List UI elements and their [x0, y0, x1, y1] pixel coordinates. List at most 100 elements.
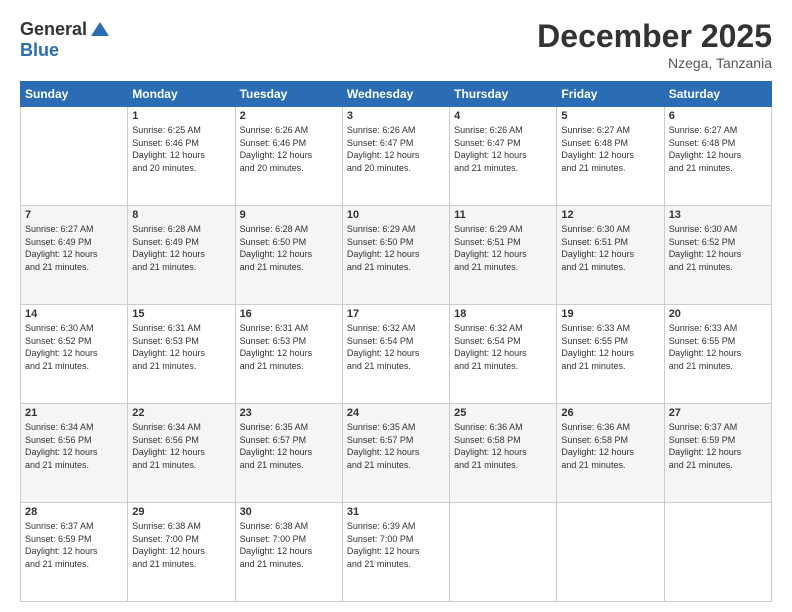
- day-number: 8: [132, 209, 230, 221]
- cell-info: and 21 minutes.: [132, 261, 230, 274]
- table-row: 6Sunrise: 6:27 AMSunset: 6:48 PMDaylight…: [664, 107, 771, 206]
- cell-info: and 21 minutes.: [240, 360, 338, 373]
- cell-info: Sunrise: 6:35 AM: [240, 421, 338, 434]
- cell-info: Daylight: 12 hours: [240, 545, 338, 558]
- cell-info: Sunset: 6:46 PM: [240, 137, 338, 150]
- day-number: 19: [561, 308, 659, 320]
- header: General Blue December 2025 Nzega, Tanzan…: [20, 18, 772, 71]
- cell-info: Sunset: 7:00 PM: [347, 533, 445, 546]
- table-row: 13Sunrise: 6:30 AMSunset: 6:52 PMDayligh…: [664, 206, 771, 305]
- cell-info: Daylight: 12 hours: [347, 347, 445, 360]
- day-number: 31: [347, 506, 445, 518]
- col-sunday: Sunday: [21, 82, 128, 107]
- cell-info: Sunset: 6:59 PM: [669, 434, 767, 447]
- logo-blue: Blue: [20, 40, 59, 60]
- day-number: 29: [132, 506, 230, 518]
- cell-info: Daylight: 12 hours: [240, 347, 338, 360]
- cell-info: Sunset: 6:59 PM: [25, 533, 123, 546]
- col-wednesday: Wednesday: [342, 82, 449, 107]
- cell-info: Daylight: 12 hours: [561, 248, 659, 261]
- cell-info: and 21 minutes.: [25, 261, 123, 274]
- cell-info: Sunset: 6:47 PM: [347, 137, 445, 150]
- table-row: 7Sunrise: 6:27 AMSunset: 6:49 PMDaylight…: [21, 206, 128, 305]
- day-number: 17: [347, 308, 445, 320]
- cell-info: and 20 minutes.: [240, 162, 338, 175]
- logo-icon: [89, 18, 111, 40]
- cell-info: Sunset: 6:48 PM: [561, 137, 659, 150]
- day-number: 3: [347, 110, 445, 122]
- cell-info: Daylight: 12 hours: [240, 446, 338, 459]
- day-number: 11: [454, 209, 552, 221]
- cell-info: and 21 minutes.: [561, 360, 659, 373]
- cell-info: Daylight: 12 hours: [454, 248, 552, 261]
- cell-info: Sunrise: 6:32 AM: [347, 322, 445, 335]
- cell-info: Daylight: 12 hours: [25, 545, 123, 558]
- cell-info: Sunrise: 6:31 AM: [132, 322, 230, 335]
- cell-info: Sunrise: 6:31 AM: [240, 322, 338, 335]
- cell-info: Sunset: 7:00 PM: [240, 533, 338, 546]
- cell-info: and 21 minutes.: [132, 558, 230, 571]
- table-row: [450, 503, 557, 602]
- cell-info: Sunset: 6:52 PM: [669, 236, 767, 249]
- cell-info: and 20 minutes.: [347, 162, 445, 175]
- table-row: 31Sunrise: 6:39 AMSunset: 7:00 PMDayligh…: [342, 503, 449, 602]
- cell-info: Daylight: 12 hours: [561, 347, 659, 360]
- day-number: 28: [25, 506, 123, 518]
- cell-info: Sunrise: 6:38 AM: [132, 520, 230, 533]
- calendar-week-1: 1Sunrise: 6:25 AMSunset: 6:46 PMDaylight…: [21, 107, 772, 206]
- calendar-week-4: 21Sunrise: 6:34 AMSunset: 6:56 PMDayligh…: [21, 404, 772, 503]
- table-row: 28Sunrise: 6:37 AMSunset: 6:59 PMDayligh…: [21, 503, 128, 602]
- cell-info: Sunset: 6:53 PM: [132, 335, 230, 348]
- cell-info: and 21 minutes.: [454, 360, 552, 373]
- cell-info: and 21 minutes.: [561, 459, 659, 472]
- table-row: 11Sunrise: 6:29 AMSunset: 6:51 PMDayligh…: [450, 206, 557, 305]
- table-row: [664, 503, 771, 602]
- day-number: 20: [669, 308, 767, 320]
- cell-info: Daylight: 12 hours: [561, 149, 659, 162]
- cell-info: Sunrise: 6:38 AM: [240, 520, 338, 533]
- day-number: 23: [240, 407, 338, 419]
- table-row: [21, 107, 128, 206]
- cell-info: Sunset: 6:56 PM: [25, 434, 123, 447]
- cell-info: and 21 minutes.: [669, 162, 767, 175]
- calendar-week-2: 7Sunrise: 6:27 AMSunset: 6:49 PMDaylight…: [21, 206, 772, 305]
- day-number: 1: [132, 110, 230, 122]
- table-row: 4Sunrise: 6:26 AMSunset: 6:47 PMDaylight…: [450, 107, 557, 206]
- day-number: 22: [132, 407, 230, 419]
- cell-info: Sunset: 6:50 PM: [347, 236, 445, 249]
- location-subtitle: Nzega, Tanzania: [537, 55, 772, 71]
- table-row: 9Sunrise: 6:28 AMSunset: 6:50 PMDaylight…: [235, 206, 342, 305]
- cell-info: Daylight: 12 hours: [669, 248, 767, 261]
- cell-info: Sunrise: 6:27 AM: [25, 223, 123, 236]
- cell-info: Sunrise: 6:33 AM: [561, 322, 659, 335]
- table-row: 16Sunrise: 6:31 AMSunset: 6:53 PMDayligh…: [235, 305, 342, 404]
- cell-info: Daylight: 12 hours: [132, 248, 230, 261]
- day-number: 18: [454, 308, 552, 320]
- cell-info: and 21 minutes.: [561, 261, 659, 274]
- cell-info: Sunrise: 6:37 AM: [669, 421, 767, 434]
- table-row: 14Sunrise: 6:30 AMSunset: 6:52 PMDayligh…: [21, 305, 128, 404]
- cell-info: and 21 minutes.: [240, 261, 338, 274]
- table-row: 2Sunrise: 6:26 AMSunset: 6:46 PMDaylight…: [235, 107, 342, 206]
- col-saturday: Saturday: [664, 82, 771, 107]
- calendar-header-row: Sunday Monday Tuesday Wednesday Thursday…: [21, 82, 772, 107]
- cell-info: Sunset: 6:55 PM: [669, 335, 767, 348]
- col-tuesday: Tuesday: [235, 82, 342, 107]
- logo-general: General: [20, 19, 87, 40]
- cell-info: Sunset: 6:55 PM: [561, 335, 659, 348]
- cell-info: Daylight: 12 hours: [25, 248, 123, 261]
- table-row: 3Sunrise: 6:26 AMSunset: 6:47 PMDaylight…: [342, 107, 449, 206]
- month-title: December 2025: [537, 18, 772, 55]
- day-number: 14: [25, 308, 123, 320]
- cell-info: and 21 minutes.: [347, 261, 445, 274]
- table-row: 26Sunrise: 6:36 AMSunset: 6:58 PMDayligh…: [557, 404, 664, 503]
- cell-info: Daylight: 12 hours: [25, 347, 123, 360]
- cell-info: and 21 minutes.: [347, 558, 445, 571]
- cell-info: Sunset: 6:50 PM: [240, 236, 338, 249]
- table-row: 8Sunrise: 6:28 AMSunset: 6:49 PMDaylight…: [128, 206, 235, 305]
- day-number: 24: [347, 407, 445, 419]
- cell-info: Daylight: 12 hours: [669, 149, 767, 162]
- cell-info: Daylight: 12 hours: [132, 545, 230, 558]
- cell-info: Sunrise: 6:26 AM: [240, 124, 338, 137]
- cell-info: Sunset: 6:48 PM: [669, 137, 767, 150]
